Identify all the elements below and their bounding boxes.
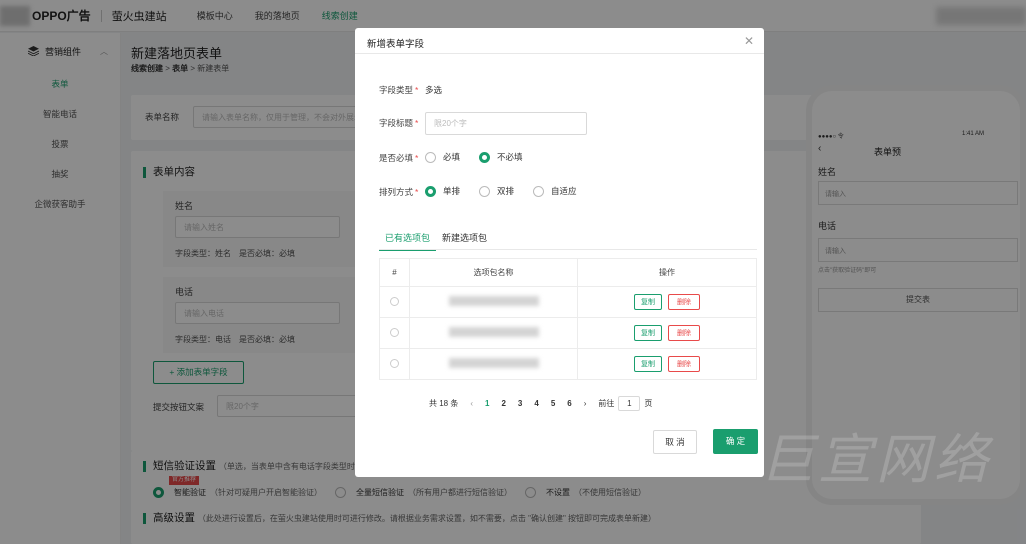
divider <box>355 53 764 54</box>
column-header-name: 选项包名称 <box>409 258 578 287</box>
blurred-pack-name <box>448 358 539 368</box>
field-type-label-text: 字段类型 <box>379 85 414 95</box>
option-pack-table: # 选项包名称 操作 复制 删除 复制 删除 复制 删除 <box>379 258 757 380</box>
table-row: 复制 删除 <box>379 286 757 318</box>
layout-option-single[interactable]: 单排 <box>425 185 460 197</box>
delete-button[interactable]: 删除 <box>668 294 700 310</box>
radio-unchecked[interactable] <box>479 185 490 197</box>
column-header-index: # <box>379 258 410 287</box>
field-type-value: 多选 <box>425 85 443 95</box>
table-row: 复制 删除 <box>379 317 757 349</box>
goto-label: 前往 <box>598 399 615 408</box>
radio-checked[interactable] <box>425 185 436 197</box>
layout-option-label: 双排 <box>497 186 515 196</box>
table-row: 复制 删除 <box>379 348 757 380</box>
page-2[interactable]: 2 <box>501 399 505 408</box>
close-icon[interactable]: ✕ <box>744 34 754 48</box>
page-5[interactable]: 5 <box>551 399 555 408</box>
required-option-label: 必填 <box>443 152 461 162</box>
copy-button[interactable]: 复制 <box>634 325 662 341</box>
required-option-no[interactable]: 不必填 <box>479 151 523 163</box>
column-header-actions: 操作 <box>577 258 757 287</box>
layout-option-label: 自适应 <box>551 186 577 196</box>
required-option-label: 不必填 <box>497 152 523 162</box>
layout-option-auto[interactable]: 自适应 <box>533 185 577 197</box>
modal-title: 新增表单字段 <box>367 39 425 50</box>
radio-unchecked[interactable] <box>533 185 544 197</box>
required-option-yes[interactable]: 必填 <box>425 151 460 163</box>
cancel-button[interactable]: 取 消 <box>653 430 697 454</box>
blurred-pack-name <box>448 296 539 306</box>
goto-page-input[interactable]: 1 <box>618 396 641 411</box>
goto-unit: 页 <box>644 399 653 408</box>
table-header-row: # 选项包名称 操作 <box>379 258 757 287</box>
copy-button[interactable]: 复制 <box>634 294 662 310</box>
page-3[interactable]: 3 <box>518 399 522 408</box>
row-radio[interactable] <box>390 296 399 306</box>
option-pack-tabs: 已有选项包 新建选项包 <box>379 231 493 251</box>
blurred-pack-name <box>448 327 539 337</box>
page-6[interactable]: 6 <box>567 399 571 408</box>
watermark: 巨宣网络 <box>760 430 992 490</box>
required-label: 是否必填 * <box>379 153 419 163</box>
layout-label: 排列方式 * <box>379 187 419 197</box>
page-1[interactable]: 1 <box>485 399 489 408</box>
field-title-label: 字段标题 * <box>379 118 419 128</box>
layout-label-text: 排列方式 <box>379 187 414 197</box>
delete-button[interactable]: 删除 <box>668 325 700 341</box>
layout-option-label: 单排 <box>443 186 461 196</box>
pagination: 共 18 条 ‹ 1 2 3 4 5 6 › 前往 1 页 <box>429 396 652 411</box>
tab-new-pack[interactable]: 新建选项包 <box>436 231 493 251</box>
layout-option-double[interactable]: 双排 <box>479 185 514 197</box>
chevron-right-icon[interactable]: › <box>584 399 587 408</box>
row-radio[interactable] <box>390 358 399 368</box>
field-title-label-text: 字段标题 <box>379 118 414 128</box>
row-radio[interactable] <box>390 327 399 337</box>
radio-unchecked[interactable] <box>425 151 436 163</box>
copy-button[interactable]: 复制 <box>634 356 662 372</box>
add-field-modal: 新增表单字段 ✕ 字段类型 * 多选 字段标题 * 限20个字 是否必填 * 必填 不… <box>355 28 764 477</box>
page-4[interactable]: 4 <box>534 399 538 408</box>
radio-checked[interactable] <box>479 151 490 163</box>
tab-existing-packs[interactable]: 已有选项包 <box>379 231 437 251</box>
field-title-input[interactable]: 限20个字 <box>425 112 587 135</box>
field-type-label: 字段类型 * <box>379 85 419 95</box>
delete-button[interactable]: 删除 <box>668 356 700 372</box>
divider <box>379 249 757 250</box>
confirm-button[interactable]: 确 定 <box>713 429 758 454</box>
required-label-text: 是否必填 <box>379 153 414 163</box>
chevron-left-icon[interactable]: ‹ <box>470 399 473 408</box>
pagination-total: 共 18 条 <box>429 399 459 408</box>
